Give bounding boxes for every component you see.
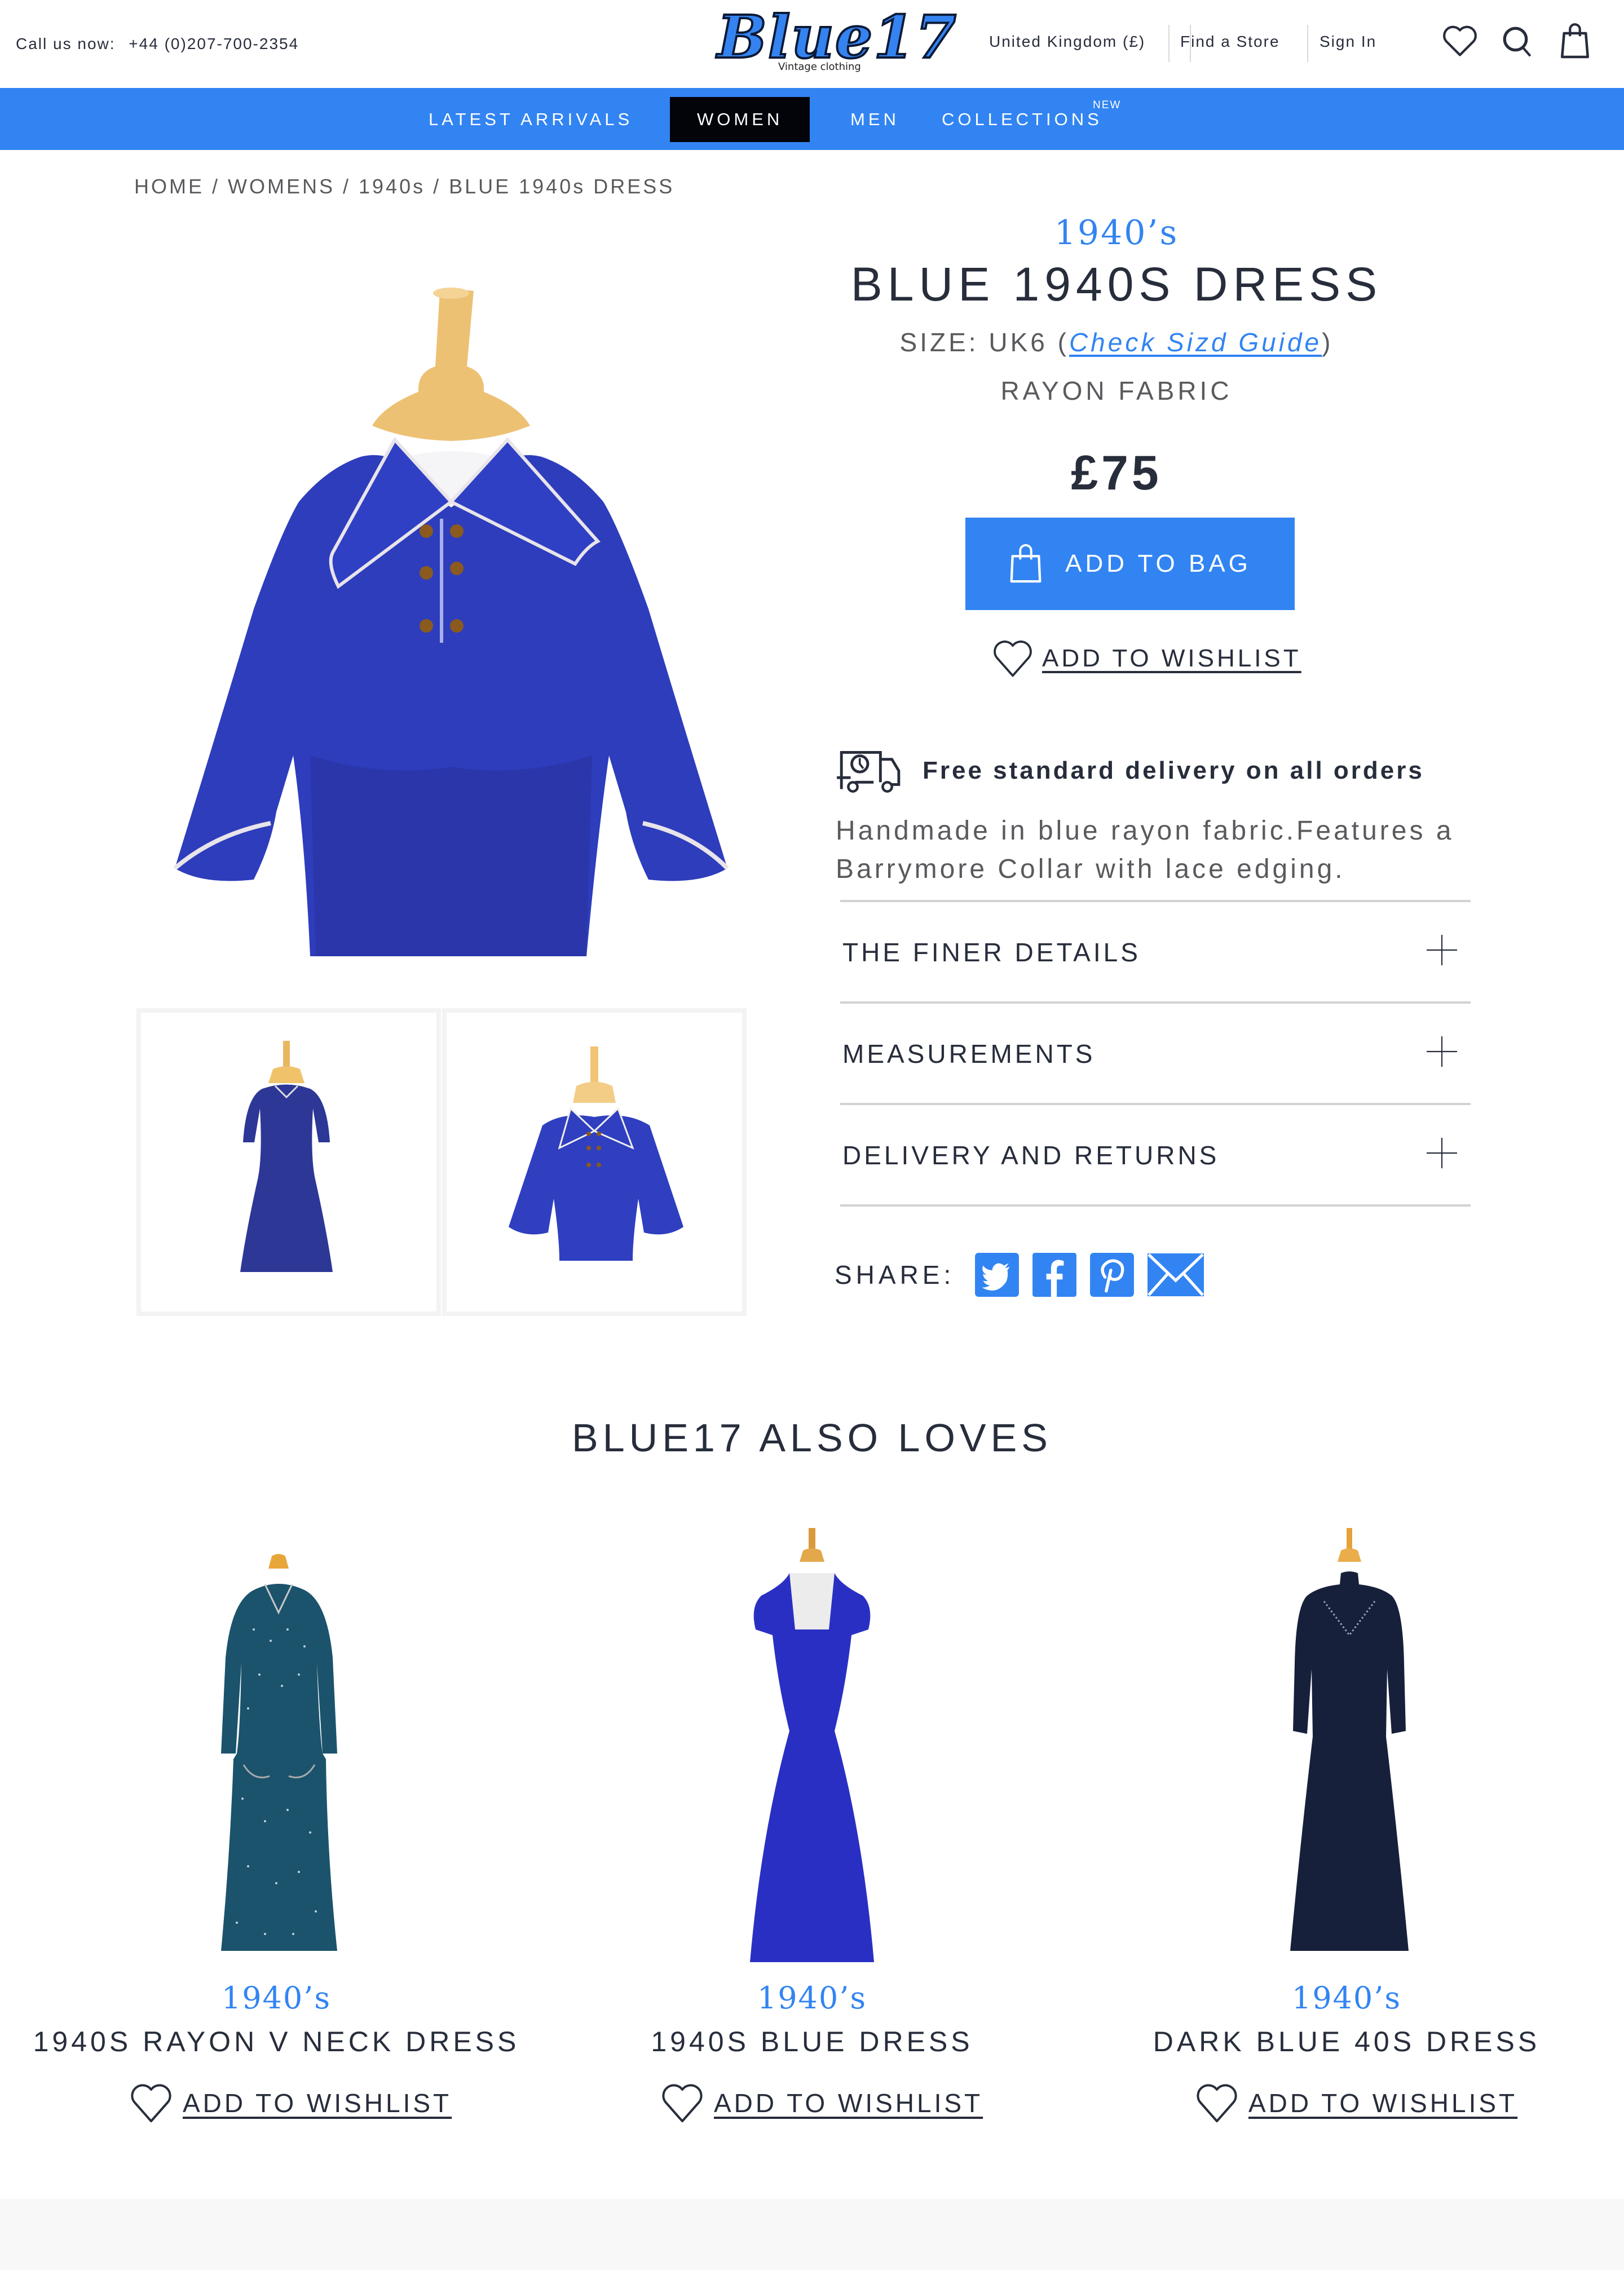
thumbnail-bodice[interactable]: [442, 1008, 747, 1316]
plus-icon: [1427, 1138, 1457, 1168]
product-image[interactable]: [113, 1517, 440, 1979]
product-image[interactable]: [1183, 1517, 1510, 1979]
call-label: Call us now:: [16, 35, 116, 52]
heart-icon: [662, 2084, 703, 2122]
find-store-link[interactable]: Find a Store: [1180, 33, 1280, 51]
heart-icon: [1197, 2084, 1237, 2122]
new-badge: NEW: [1093, 99, 1122, 111]
divider: [1168, 25, 1170, 62]
share-row: SHARE:: [835, 1252, 1216, 1298]
product-era: 1940’s: [1291, 1980, 1402, 2016]
accordion-finer-details[interactable]: THE FINER DETAILS: [840, 900, 1471, 1001]
product-era: 1940’s: [757, 1980, 867, 2016]
delivery-info: Free standard delivery on all orders: [835, 748, 1424, 794]
search-icon: [1503, 27, 1532, 57]
add-to-wishlist-label: ADD TO WISHLIST: [1248, 2088, 1518, 2118]
logo[interactable]: Blue17 Vintage clothing: [712, 1, 957, 78]
nav-women[interactable]: WOMEN: [670, 97, 810, 142]
bag-button[interactable]: [1555, 21, 1595, 61]
delivery-truck-icon: [837, 751, 901, 793]
search-button[interactable]: [1498, 21, 1537, 61]
main-product-image[interactable]: [158, 271, 744, 956]
twitter-icon: [975, 1253, 1020, 1297]
phone-link[interactable]: +44 (0)207-700-2354: [129, 35, 299, 52]
size-close: ): [1322, 328, 1334, 357]
top-header: Call us now: +44 (0)207-700-2354 Blue17 …: [0, 0, 1624, 88]
nav-latest-arrivals[interactable]: LATEST ARRIVALS: [429, 88, 633, 150]
product-era: 1940’s: [221, 1980, 332, 2016]
full-dress-image: [141, 1013, 436, 1311]
product-title: BLUE 1940S DRESS: [850, 258, 1383, 311]
pinterest-icon: [1090, 1253, 1135, 1297]
recommendation-card[interactable]: 1940’s 1940S RAYON V NECK DRESS ADD TO W…: [11, 1517, 541, 2126]
add-to-wishlist-label: ADD TO WISHLIST: [714, 2088, 983, 2118]
divider: [1307, 25, 1308, 62]
breadcrumb[interactable]: HOME / WOMENS / 1940s / BLUE 1940s DRESS: [134, 175, 674, 198]
shopping-bag-icon: [1560, 23, 1590, 59]
share-twitter-button[interactable]: [974, 1252, 1020, 1298]
size-label: SIZE: UK6 (: [899, 328, 1069, 357]
accordion-label: THE FINER DETAILS: [842, 938, 1141, 967]
divider: [840, 1204, 1471, 1207]
email-icon: [1148, 1253, 1204, 1296]
share-pinterest-button[interactable]: [1089, 1252, 1135, 1298]
blue-dress-image: [648, 1517, 976, 1979]
add-to-wishlist-label: ADD TO WISHLIST: [183, 2088, 452, 2118]
heart-icon: [131, 2084, 171, 2122]
logo-tagline: Vintage clothing: [778, 61, 861, 73]
product-name[interactable]: 1940S BLUE DRESS: [547, 2025, 1077, 2058]
thumbnail-full-dress[interactable]: [136, 1008, 441, 1316]
product-description: Handmade in blue rayon fabric.Features a…: [836, 816, 1454, 884]
share-email-button[interactable]: [1146, 1252, 1205, 1298]
accordion-label: MEASUREMENTS: [842, 1039, 1096, 1068]
product-name[interactable]: 1940S RAYON V NECK DRESS: [11, 2025, 541, 2058]
dark-blue-dress-image: [1183, 1517, 1510, 1979]
add-to-bag-button[interactable]: ADD TO BAG: [965, 518, 1295, 610]
call-us: Call us now: +44 (0)207-700-2354: [16, 35, 299, 53]
plus-icon: [1427, 1036, 1457, 1067]
add-to-wishlist-link[interactable]: ADD TO WISHLIST: [1194, 2081, 1517, 2126]
delivery-text: Free standard delivery on all orders: [923, 757, 1424, 784]
nav-men[interactable]: MEN: [850, 88, 899, 150]
accordion-label: DELIVERY AND RETURNS: [842, 1141, 1220, 1170]
product-price: £75: [1071, 446, 1162, 500]
footer: [0, 2199, 1624, 2270]
shopping-bag-icon: [1010, 544, 1042, 583]
product-name[interactable]: DARK BLUE 40S DRESS: [1082, 2025, 1612, 2058]
plus-icon: [1427, 935, 1457, 965]
also-loves-title: BLUE17 ALSO LOVES: [572, 1416, 1052, 1460]
add-to-wishlist-link[interactable]: ADD TO WISHLIST: [129, 2081, 452, 2126]
add-to-wishlist-label: ADD TO WISHLIST: [1042, 644, 1301, 672]
add-to-wishlist-link[interactable]: ADD TO WISHLIST: [660, 2081, 983, 2126]
bodice-image: [447, 1013, 742, 1311]
region-selector[interactable]: United Kingdom (£): [989, 33, 1145, 51]
facebook-icon: [1032, 1253, 1077, 1297]
heart-icon: [1443, 25, 1477, 56]
product-era: 1940’s: [1054, 213, 1179, 253]
add-to-wishlist-link[interactable]: ADD TO WISHLIST: [991, 637, 1301, 680]
share-facebook-button[interactable]: [1031, 1252, 1078, 1298]
sign-in-link[interactable]: Sign In: [1320, 33, 1376, 51]
main-nav: LATEST ARRIVALS WOMEN MEN COLLECTIONS NE…: [0, 88, 1624, 150]
heart-icon: [994, 641, 1032, 677]
dress-bodice-image: [158, 271, 744, 956]
product-fabric: RAYON FABRIC: [1000, 376, 1233, 405]
recommendation-card[interactable]: 1940’s DARK BLUE 40S DRESS ADD TO WISHLI…: [1082, 1517, 1612, 2126]
accordion-delivery-returns[interactable]: DELIVERY AND RETURNS: [840, 1103, 1471, 1204]
add-to-bag-label: ADD TO BAG: [1065, 550, 1251, 577]
share-label: SHARE:: [835, 1260, 955, 1289]
accordion-measurements[interactable]: MEASUREMENTS: [840, 1001, 1471, 1103]
nav-collections[interactable]: COLLECTIONS: [942, 88, 1102, 150]
product-image[interactable]: [648, 1517, 976, 1979]
product-size: SIZE: UK6 (Check Sizd Guide): [835, 327, 1398, 357]
wishlist-button[interactable]: [1440, 21, 1480, 61]
teal-dotted-dress-image: [113, 1517, 440, 1979]
recommendation-card[interactable]: 1940’s 1940S BLUE DRESS ADD TO WISHLIST: [547, 1517, 1077, 2126]
size-guide-link[interactable]: Check Sizd Guide: [1069, 328, 1322, 357]
